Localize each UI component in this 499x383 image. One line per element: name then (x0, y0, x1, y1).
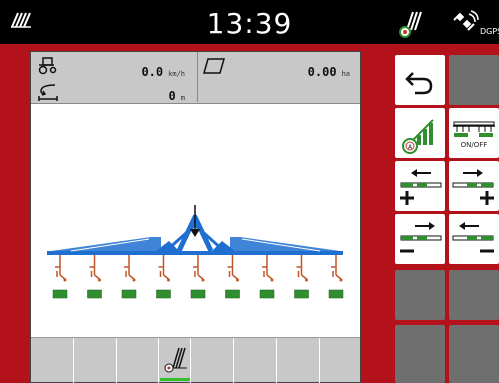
section-indicator (52, 289, 68, 299)
active-tab-indicator (160, 378, 190, 381)
area-unit: ha (341, 70, 350, 78)
section-indicator (294, 289, 309, 299)
add-section-right-icon (452, 169, 494, 205)
empty-button-4[interactable] (395, 325, 445, 383)
back-button[interactable] (395, 55, 445, 105)
status-bar: 13:39 DGPS (0, 0, 499, 44)
section-indicator (225, 289, 240, 299)
section-control-tab-icon (161, 344, 189, 378)
row-unit (156, 255, 171, 299)
remove-section-right-button[interactable] (449, 214, 499, 264)
tab-7[interactable] (277, 338, 320, 383)
tab-3[interactable] (117, 338, 159, 383)
gps-satellite-icon (451, 8, 479, 40)
field-area-icon (202, 57, 226, 79)
auto-section-control-button[interactable]: A (395, 108, 445, 158)
tab-8[interactable] (320, 338, 360, 383)
tab-6[interactable] (234, 338, 277, 383)
tab-section-control[interactable] (159, 338, 191, 383)
tractor-speed-icon (37, 55, 59, 79)
section-control-status-icon (397, 8, 425, 42)
machine-diagram (47, 205, 344, 299)
headland-distance-icon (37, 82, 59, 106)
add-section-right-button[interactable] (449, 161, 499, 211)
distance-value: 0 (168, 89, 176, 103)
section-indicator (156, 289, 171, 299)
stats-panel: 0.0 km/h 0m 0.00 ha (31, 52, 360, 104)
speed-unit: km/h (168, 70, 185, 78)
empty-button-5[interactable] (449, 325, 499, 383)
section-onoff-icon (453, 121, 495, 137)
row-unit (52, 255, 68, 299)
bottom-tab-bar (31, 337, 360, 383)
distance-readout: 0m (169, 85, 185, 104)
empty-button-2[interactable] (395, 270, 445, 320)
empty-button-1[interactable] (449, 55, 499, 105)
section-indicator (190, 289, 206, 299)
area-value: 0.00 (307, 65, 337, 79)
row-unit (328, 255, 344, 299)
speed-value: 0.0 (141, 65, 164, 79)
seed-drill-frame (47, 205, 343, 255)
row-unit (121, 255, 137, 299)
section-onoff-button[interactable]: ON/OFF (449, 108, 499, 158)
row-unit (87, 255, 102, 299)
section-indicator (87, 289, 102, 299)
remove-section-left-button[interactable] (395, 214, 445, 264)
section-indicator (328, 289, 344, 299)
speed-readout: 0.0 km/h (141, 61, 185, 80)
area-readout: 0.00 ha (308, 61, 350, 80)
row-unit (225, 255, 240, 299)
add-section-left-icon (400, 169, 442, 205)
tab-2[interactable] (74, 338, 117, 383)
remove-section-left-icon (400, 222, 442, 253)
row-unit (259, 255, 275, 299)
remove-section-right-icon (452, 222, 494, 253)
row-units (52, 255, 344, 299)
add-section-left-button[interactable] (395, 161, 445, 211)
row-unit (190, 255, 206, 299)
row-unit (294, 255, 309, 299)
stats-divider (197, 52, 198, 102)
tab-5[interactable] (191, 338, 234, 383)
section-onoff-label: ON/OFF (460, 141, 488, 149)
distance-unit: m (180, 94, 185, 102)
empty-button-3[interactable] (449, 270, 499, 320)
main-work-area: 0.0 km/h 0m 0.00 ha (30, 51, 361, 383)
tab-1[interactable] (31, 338, 74, 383)
gps-mode-label: DGPS (480, 27, 499, 36)
back-arrow-icon (405, 72, 433, 95)
section-indicator (259, 289, 275, 299)
machine-view (31, 105, 360, 337)
section-indicator (121, 289, 137, 299)
auto-section-control-icon: A (402, 119, 434, 154)
